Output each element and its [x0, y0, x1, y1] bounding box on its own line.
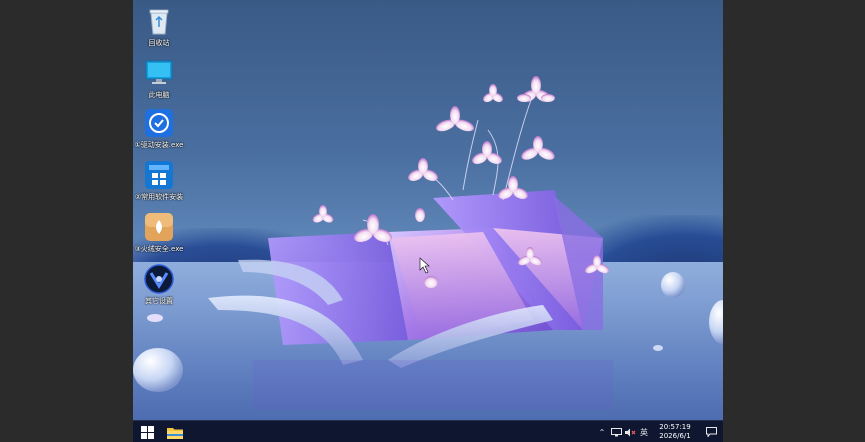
clock-time: 20:57:19 [659, 423, 691, 431]
network-icon [610, 427, 622, 436]
tray-network-button[interactable] [609, 421, 623, 442]
desktop-icon-recycle-bin[interactable]: 回收站 [133, 6, 188, 48]
desktop-icon-huorong[interactable]: ③火绒安全.exe [133, 212, 188, 254]
tray-ime-button[interactable]: 英 [637, 421, 651, 442]
desktop-icon-label: ③火绒安全.exe [134, 245, 184, 253]
file-explorer-icon [167, 427, 183, 439]
tray-show-hidden-button[interactable]: ⌃ [596, 421, 608, 442]
computer-icon [144, 58, 174, 88]
chevron-up-icon: ⌃ [598, 427, 606, 437]
tray-volume-button[interactable] [623, 421, 637, 442]
windows-start-icon [140, 425, 154, 439]
driver-install-icon [144, 108, 174, 138]
ime-label: 英 [640, 427, 648, 437]
clock-date: 2026/6/1 [659, 432, 691, 440]
desktop-icon-this-pc[interactable]: 此电脑 [133, 58, 188, 100]
desktop-icon-label: ①驱动安装.exe [134, 141, 184, 149]
desktop-icon-label: 此电脑 [148, 91, 170, 99]
desktop-icon-label: 其它设置 [145, 297, 173, 305]
taskbar-file-explorer[interactable] [161, 421, 189, 442]
desktop-icon-driver-install[interactable]: ①驱动安装.exe [133, 108, 188, 150]
notification-icon [705, 427, 717, 437]
software-install-icon [144, 160, 174, 190]
desktop-icon-other-settings[interactable]: 其它设置 [133, 264, 188, 306]
volume-muted-icon [624, 428, 635, 436]
desktop-icon-label: 回收站 [148, 39, 170, 47]
huorong-security-icon [144, 212, 174, 242]
desktop-screen: 回收站 此电脑 ①驱动安装.exe ②常用软件安装 ③火绒安全.exe 其它设置… [133, 0, 723, 442]
desktop-icon-label: ②常用软件安装 [134, 193, 184, 201]
start-button[interactable] [133, 421, 161, 442]
taskbar: ⌃ 英 20:57:19 2026/6/1 [133, 420, 723, 442]
desktop-icon-software-install[interactable]: ②常用软件安装 [133, 160, 188, 202]
tray-clock[interactable]: 20:57:19 2026/6/1 [652, 422, 698, 442]
notification-center-button[interactable] [699, 421, 723, 442]
other-settings-icon [144, 264, 174, 294]
recycle-bin-icon [144, 6, 174, 36]
wallpaper-art [133, 76, 723, 410]
